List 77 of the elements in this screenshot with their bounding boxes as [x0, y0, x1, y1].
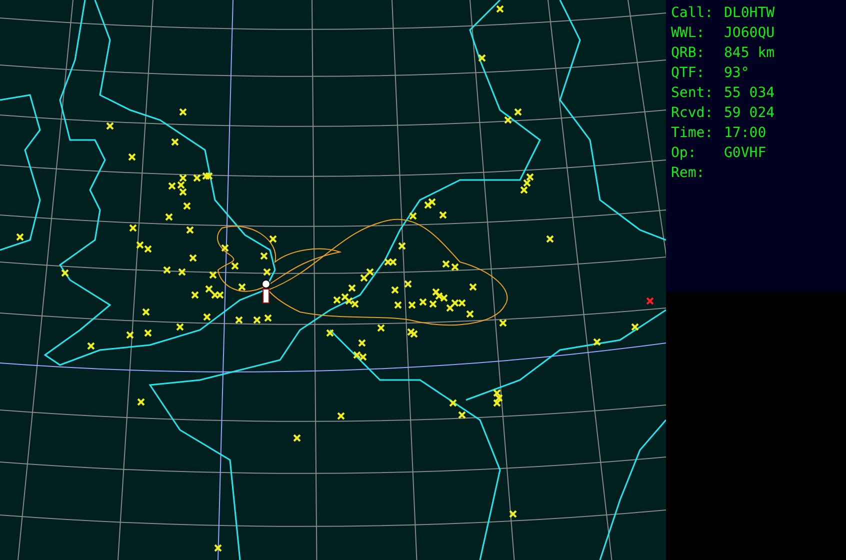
station-marker-icon — [163, 266, 171, 274]
station-marker-icon — [144, 329, 152, 337]
station-marker-icon — [179, 108, 187, 116]
station-marker-icon — [231, 262, 239, 270]
station-marker-icon — [221, 244, 229, 252]
station-marker-icon — [142, 308, 150, 316]
station-marker-icon — [137, 398, 145, 406]
field-label: Sent: — [671, 85, 714, 101]
field-value: 17:00 — [724, 125, 766, 141]
station-marker-icon — [398, 242, 406, 250]
station-marker-icon — [439, 211, 447, 219]
station-marker-icon — [171, 138, 179, 146]
station-marker-icon — [129, 224, 137, 232]
station-marker-icon — [593, 338, 601, 346]
station-marker-icon — [504, 116, 512, 124]
station-marker-icon — [235, 316, 243, 324]
field-label: WWL: — [671, 25, 706, 41]
station-marker-icon — [419, 298, 427, 306]
station-marker-icon — [391, 286, 399, 294]
station-marker-icon — [377, 324, 385, 332]
station-marker-icon — [499, 319, 507, 327]
station-marker-icon — [263, 268, 271, 276]
field-value: 59 024 — [724, 105, 775, 121]
station-marker-icon — [293, 434, 301, 442]
station-marker-icon — [326, 329, 334, 337]
station-marker-icon — [337, 412, 345, 420]
station-marker-icon — [358, 339, 366, 347]
station-marker-icon — [209, 271, 217, 279]
station-marker-icon — [128, 153, 136, 161]
field-label: Op: — [671, 145, 698, 161]
station-marker-icon — [191, 291, 199, 299]
station-marker-icon — [509, 510, 517, 518]
field-label: Rem: — [671, 165, 706, 181]
station-marker-icon — [469, 283, 477, 291]
station-marker-icon — [186, 226, 194, 234]
field-label: Time: — [671, 125, 714, 141]
field-value: DL0HTW — [724, 5, 775, 21]
station-marker-icon — [183, 202, 191, 210]
station-marker-icon — [546, 235, 554, 243]
station-marker-icon — [458, 411, 466, 419]
station-marker-icon — [203, 313, 211, 321]
field-value: 55 034 — [724, 85, 775, 101]
station-marker-icon — [646, 297, 654, 305]
station-marker-icon — [264, 314, 272, 322]
station-marker-icon — [165, 213, 173, 221]
station-marker-icon — [106, 122, 114, 130]
station-marker-icon — [409, 212, 417, 220]
station-marker-icon — [61, 269, 69, 277]
station-marker-icon — [178, 268, 186, 276]
field-value: 845 km — [724, 45, 775, 61]
station-marker-icon — [126, 331, 134, 339]
station-marker-icon — [87, 342, 95, 350]
station-marker-icon — [394, 301, 402, 309]
field-value: G0VHF — [724, 145, 766, 161]
home-location-icon — [262, 280, 270, 304]
station-marker-icon — [176, 323, 184, 331]
station-marker-icon — [404, 280, 412, 288]
station-marker-icon — [408, 301, 416, 309]
field-value: JO60QU — [724, 25, 775, 41]
station-marker-icon — [478, 54, 486, 62]
station-marker-icon — [189, 254, 197, 262]
station-marker-icon — [631, 323, 639, 331]
station-marker-icon — [253, 316, 261, 324]
field-value: 93° — [724, 65, 750, 81]
field-label: Call: — [671, 5, 714, 21]
station-marker-icon — [16, 233, 24, 241]
station-marker-icon — [269, 235, 277, 243]
station-marker-icon — [449, 399, 457, 407]
field-label: QRB: — [671, 45, 706, 61]
station-marker-icon — [238, 283, 246, 291]
station-marker-icon — [214, 544, 222, 552]
station-marker-icon — [496, 5, 504, 13]
field-label: Rcvd: — [671, 105, 714, 121]
field-label: QTF: — [671, 65, 706, 81]
station-marker-icon — [466, 310, 474, 318]
station-marker-icon — [260, 252, 268, 260]
station-marker-icon — [514, 108, 522, 116]
